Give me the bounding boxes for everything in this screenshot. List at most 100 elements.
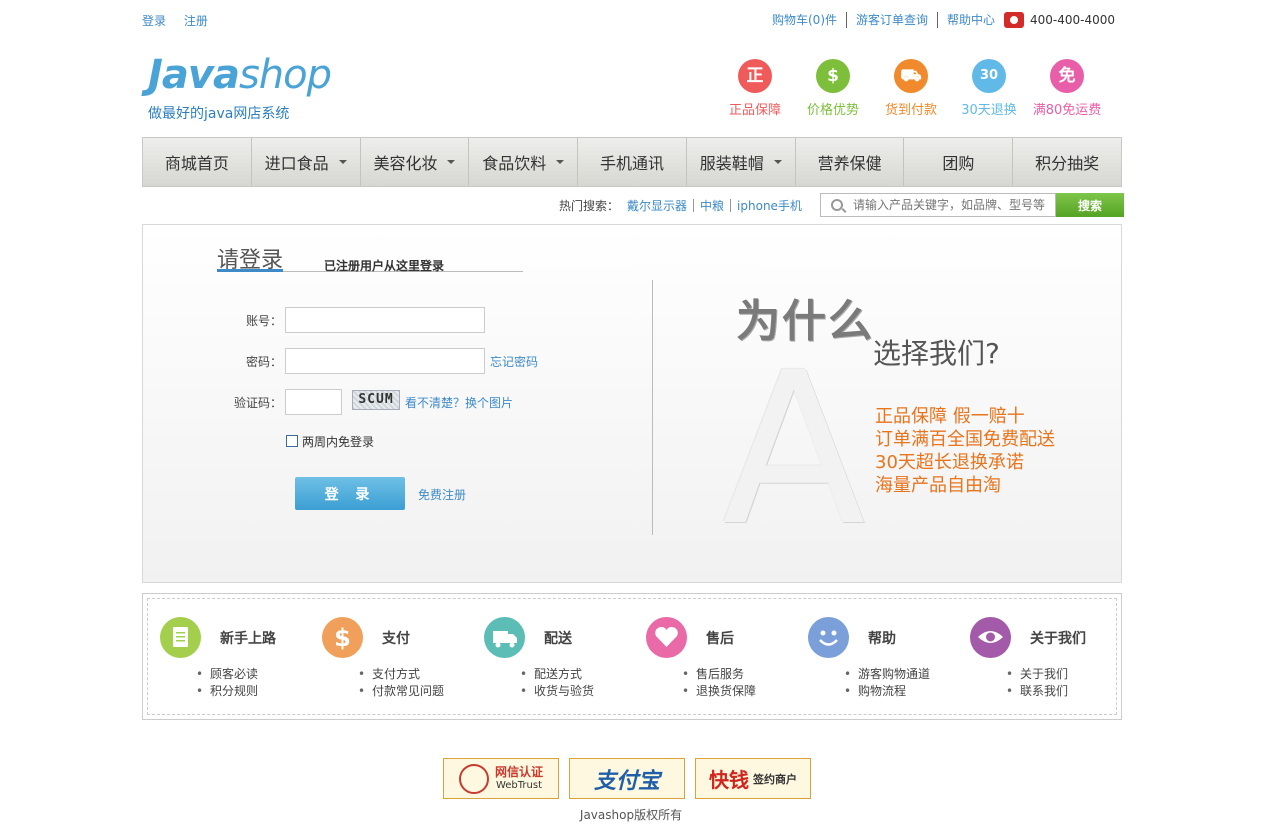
divider bbox=[730, 199, 732, 212]
captcha-input[interactable] bbox=[285, 389, 342, 415]
hot-keyword[interactable]: iphone手机 bbox=[737, 197, 802, 214]
divider bbox=[652, 280, 653, 535]
search-button[interactable]: 搜索 bbox=[1056, 193, 1124, 217]
webtrust-title: 网信认证 bbox=[494, 764, 543, 779]
help-column-title: 配送 bbox=[544, 631, 572, 647]
kuaiqian-logo: 快钱 bbox=[709, 768, 749, 792]
password-label: 密码： bbox=[245, 355, 282, 369]
help-link[interactable]: 支付方式 bbox=[358, 666, 444, 683]
free-shipping-icon: 免 bbox=[1050, 59, 1084, 93]
nav-item[interactable]: 营养保健 bbox=[796, 138, 905, 186]
captcha-label: 验证码： bbox=[233, 396, 282, 410]
feature-label: 正品保障 bbox=[728, 103, 781, 118]
nav-item[interactable]: 服装鞋帽 bbox=[687, 138, 796, 186]
help-link-list: 关于我们联系我们 bbox=[1006, 666, 1068, 700]
remember-checkbox[interactable] bbox=[286, 435, 298, 447]
help-column-title: 售后 bbox=[706, 631, 734, 647]
nav-item[interactable]: 食品饮料 bbox=[469, 138, 579, 186]
nav-item-label: 积分抽奖 bbox=[1035, 154, 1100, 173]
why-subheading: 选择我们? bbox=[873, 337, 1000, 370]
webtrust-badge[interactable]: 网信认证 WebTrust bbox=[443, 758, 559, 799]
help-column-title: 关于我们 bbox=[1030, 631, 1086, 647]
refresh-captcha-link[interactable]: 看不清楚？换个图片 bbox=[405, 394, 513, 411]
nav-item[interactable]: 积分抽奖 bbox=[1013, 138, 1121, 186]
divider bbox=[846, 11, 847, 28]
nav-item[interactable]: 手机通讯 bbox=[578, 138, 687, 186]
help-center-link[interactable]: 帮助中心 bbox=[947, 11, 995, 28]
help-link[interactable]: 顾客必读 bbox=[196, 666, 258, 683]
help-link[interactable]: 积分规则 bbox=[196, 683, 258, 700]
alipay-badge[interactable]: 支付宝 bbox=[569, 758, 685, 799]
nav-item-label: 食品饮料 bbox=[482, 154, 547, 173]
document-icon bbox=[160, 617, 201, 658]
hot-search: 热门搜索： 戴尔显示器 中粮 iphone手机 bbox=[559, 197, 802, 214]
logo[interactable]: Javashop bbox=[148, 52, 332, 98]
hot-keyword[interactable]: 戴尔显示器 bbox=[627, 197, 687, 214]
captcha-image[interactable]: SCUM bbox=[352, 390, 400, 410]
quality-icon: 正 bbox=[738, 59, 772, 93]
help-link[interactable]: 收货与验货 bbox=[520, 683, 594, 700]
nav-item[interactable]: 商城首页 bbox=[143, 138, 252, 186]
register-link[interactable]: 注册 bbox=[184, 14, 208, 28]
help-link[interactable]: 联系我们 bbox=[1006, 683, 1068, 700]
topbar-right: 购物车(0)件 游客订单查询 帮助中心 400-400-4000 bbox=[772, 11, 1115, 28]
webtrust-seal-icon bbox=[458, 763, 489, 794]
divider bbox=[937, 11, 939, 28]
search-input[interactable] bbox=[853, 198, 1053, 212]
help-link[interactable]: 付款常见问题 bbox=[358, 683, 444, 700]
nav-item-label: 团购 bbox=[942, 154, 975, 173]
cart-link[interactable]: 购物车(0)件 bbox=[772, 11, 837, 28]
help-link[interactable]: 退换货保障 bbox=[682, 683, 756, 700]
benefit-item: 海量产品自由淘 bbox=[875, 475, 1001, 496]
phone-number: 400-400-4000 bbox=[1030, 12, 1116, 27]
help-link[interactable]: 售后服务 bbox=[682, 666, 756, 683]
help-link[interactable]: 购物流程 bbox=[844, 683, 930, 700]
login-title-underline bbox=[217, 269, 283, 272]
price-tag-icon: $ bbox=[816, 59, 850, 93]
account-input[interactable] bbox=[285, 307, 485, 333]
nav-item[interactable]: 团购 bbox=[904, 138, 1014, 186]
smiley-icon bbox=[808, 617, 849, 658]
feature-item: 30 30天退换 bbox=[944, 59, 1034, 118]
help-link[interactable]: 游客购物通道 bbox=[844, 666, 930, 683]
hot-keyword[interactable]: 中粮 bbox=[700, 197, 724, 214]
free-register-link[interactable]: 免费注册 bbox=[418, 486, 466, 503]
benefit-item: 30天超长退换承诺 bbox=[875, 452, 1024, 473]
why-heading: 为什么 bbox=[736, 296, 874, 347]
kuaiqian-badge[interactable]: 快钱 签约商户 bbox=[695, 758, 811, 799]
nav-item-label: 服装鞋帽 bbox=[699, 154, 764, 173]
alipay-logo: 支付宝 bbox=[593, 768, 660, 794]
nav-item[interactable]: 美容化妆 bbox=[361, 138, 470, 186]
help-link[interactable]: 关于我们 bbox=[1006, 666, 1068, 683]
kuaiqian-label: 签约商户 bbox=[753, 772, 797, 786]
benefits-list: 正品保障 假一赔十 订单满百全国免费配送 30天超长退换承诺 海量产品自由淘 bbox=[875, 405, 1055, 497]
dollar-icon: $ bbox=[322, 617, 363, 658]
caret-down-icon bbox=[773, 160, 782, 164]
caret-down-icon bbox=[447, 160, 456, 164]
nav-item-label: 进口食品 bbox=[264, 154, 329, 173]
caret-down-icon bbox=[338, 160, 347, 164]
webtrust-sub: WebTrust bbox=[495, 779, 542, 791]
nav-item-label: 手机通讯 bbox=[600, 154, 665, 173]
help-link-list: 支付方式付款常见问题 bbox=[358, 666, 444, 700]
logo-wordmark: Javashop bbox=[148, 52, 332, 98]
guest-order-link[interactable]: 游客订单查询 bbox=[856, 11, 928, 28]
search-bar: 搜索 bbox=[820, 193, 1124, 217]
feature-label: 货到付款 bbox=[884, 103, 937, 118]
login-link[interactable]: 登录 bbox=[142, 14, 166, 28]
forgot-password-link[interactable]: 忘记密码 bbox=[490, 353, 538, 370]
benefit-item: 订单满百全国免费配送 bbox=[875, 429, 1055, 450]
feature-item: ⛟ 货到付款 bbox=[866, 59, 956, 118]
nav-item[interactable]: 进口食品 bbox=[252, 138, 361, 186]
eye-icon bbox=[970, 617, 1011, 658]
password-input[interactable] bbox=[285, 348, 485, 374]
help-link[interactable]: 配送方式 bbox=[520, 666, 594, 683]
search-field[interactable] bbox=[820, 193, 1056, 217]
copyright: Javashop版权所有 bbox=[579, 808, 683, 822]
svg-text:$: $ bbox=[334, 624, 351, 652]
help-column-title: 帮助 bbox=[868, 631, 896, 647]
clock-30-icon: 30 bbox=[972, 59, 1006, 93]
search-icon bbox=[831, 199, 843, 211]
help-inner: 新手上路顾客必读积分规则 $ 支付支付方式付款常见问题 配送配送方式收货与验货 售后售后… bbox=[147, 598, 1117, 715]
login-button[interactable]: 登 录 bbox=[295, 477, 405, 510]
